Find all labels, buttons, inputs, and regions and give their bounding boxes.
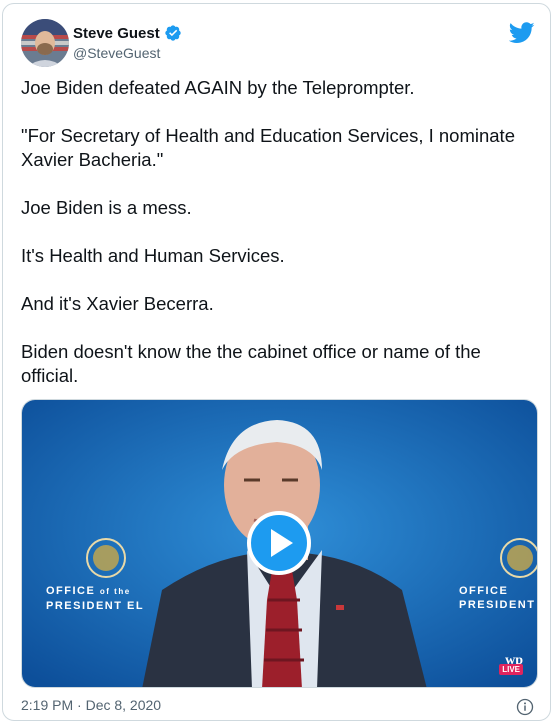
tweet-paragraph: Joe Biden defeated AGAIN by the Teleprom…: [21, 77, 415, 98]
info-icon[interactable]: [516, 698, 534, 716]
tweet-paragraph: "For Secretary of Health and Education S…: [21, 125, 515, 170]
timestamp[interactable]: 2:19 PM · Dec 8, 2020: [21, 697, 161, 713]
handle[interactable]: @SteveGuest: [73, 45, 160, 61]
display-name[interactable]: Steve Guest: [73, 25, 160, 42]
backdrop-text-left: OFFICE of the PRESIDENT EL: [46, 585, 145, 612]
tweet-paragraph: Biden doesn't know the the cabinet offic…: [21, 341, 481, 386]
verified-badge-icon: [165, 25, 181, 41]
play-button[interactable]: [247, 511, 311, 575]
live-badge: LIVE: [499, 664, 523, 675]
tweet-paragraph: Joe Biden is a mess.: [21, 197, 192, 218]
play-icon: [271, 529, 293, 557]
twitter-bird-icon[interactable]: [509, 22, 535, 44]
tweet-paragraph: It's Health and Human Services.: [21, 245, 285, 266]
tweet-card[interactable]: Steve Guest @SteveGuest Joe Biden defeat…: [2, 3, 551, 721]
backdrop-text-right: OFFICE PRESIDENT: [459, 585, 536, 611]
tweet-text: Joe Biden defeated AGAIN by the Teleprom…: [21, 76, 521, 388]
tweet-paragraph: And it's Xavier Becerra.: [21, 293, 214, 314]
avatar[interactable]: [21, 19, 69, 67]
video-player[interactable]: OFFICE of the PRESIDENT EL OFFICE PRESID…: [21, 399, 538, 688]
